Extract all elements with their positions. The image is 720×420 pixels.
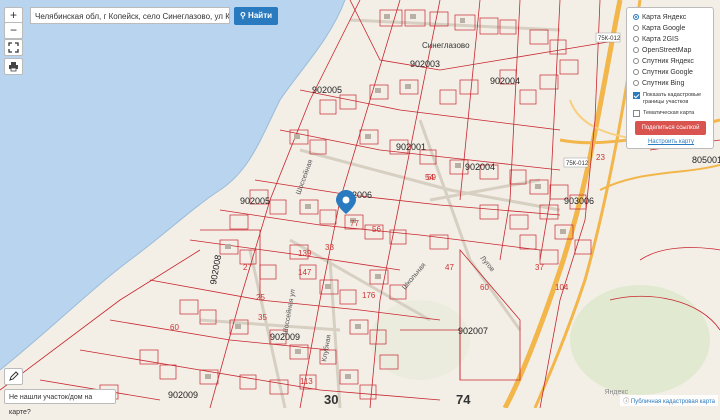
quarter-number: 902004: [465, 162, 495, 172]
quarter-number: 902001: [396, 142, 426, 152]
layer-option-osm[interactable]: OpenStreetMap: [633, 45, 691, 55]
street-label: Шоссейная ул: [281, 289, 297, 336]
layer-option-label: OpenStreetMap: [642, 46, 692, 54]
green-area: [370, 300, 470, 380]
lot-number: 23: [596, 153, 605, 162]
layer-option-label: Карта 2GIS: [642, 35, 679, 43]
attribution-link[interactable]: Публичная кадастровая карта: [631, 399, 715, 405]
layer-option-bing-satellite[interactable]: Спутник Bing: [633, 78, 684, 88]
attribution: ⓘ Публичная кадастровая карта: [620, 395, 718, 406]
radio-icon: [633, 36, 639, 42]
quarter-number: 902005: [312, 85, 342, 95]
radio-icon: [633, 25, 639, 31]
layer-option-label: Спутник Яндекс: [642, 57, 694, 65]
location-marker-icon[interactable]: [336, 190, 356, 214]
svg-text:75К-012: 75К-012: [566, 161, 589, 167]
big-number-label: 74: [456, 392, 471, 407]
printer-icon: [9, 62, 18, 72]
street-label: Шоссейная: [294, 158, 314, 195]
layers-panel: Карта Яндекс Карта Google Карта 2GIS Ope…: [626, 7, 714, 149]
layer-option-google-map[interactable]: Карта Google: [633, 23, 685, 33]
cadastral-boundaries-checkbox[interactable]: Показать кадастровые границы участков: [633, 92, 701, 108]
fullscreen-button[interactable]: [4, 39, 23, 56]
quarter-number: 902007: [458, 326, 488, 336]
lot-number: 56: [372, 225, 381, 234]
road-badge: 75К-012: [595, 32, 621, 43]
lot-number: 113: [300, 377, 313, 386]
lot-number: 47: [445, 263, 454, 272]
fullscreen-icon: [8, 42, 19, 53]
layer-option-google-satellite[interactable]: Спутник Google: [633, 67, 693, 77]
info-icon: ⓘ: [623, 399, 630, 405]
lot-number: 37: [535, 263, 544, 272]
quarter-number: 805001: [692, 155, 720, 165]
address-search-input[interactable]: Челябинская обл, г Копейск, село Синегла…: [30, 7, 230, 24]
checkbox-label: границы участков: [643, 98, 689, 105]
lot-number: 60: [170, 323, 179, 332]
lot-number: 147: [298, 268, 312, 277]
radio-icon: [633, 58, 639, 64]
layer-option-label: Карта Яндекс: [642, 13, 687, 21]
lot-number: 54: [425, 173, 434, 182]
lot-number: 33: [325, 243, 334, 252]
radio-icon: [633, 80, 639, 86]
quarter-number: 902004: [490, 76, 520, 86]
checkbox-label: Показать кадастровые: [643, 92, 702, 98]
lot-number: 27: [243, 263, 252, 272]
thematic-map-checkbox[interactable]: Тематическая карта: [633, 108, 694, 118]
checkbox-icon: [633, 92, 640, 99]
lot-number: 104: [555, 283, 569, 292]
quarter-number: 902008: [208, 254, 223, 285]
print-button[interactable]: [4, 58, 23, 75]
map-canvas[interactable]: 56 23 59 77 27 25 33 139 147 176 113 54 …: [0, 0, 720, 408]
layer-option-yandex-map[interactable]: Карта Яндекс: [633, 12, 686, 22]
lot-number: 139: [298, 249, 312, 258]
configure-map-link[interactable]: Настроить карту: [627, 139, 715, 145]
lot-number: 25: [256, 293, 265, 302]
street-label: Школьная: [401, 262, 427, 292]
lot-number: 77: [350, 219, 359, 228]
layer-option-2gis-map[interactable]: Карта 2GIS: [633, 34, 679, 44]
layer-option-label: Спутник Bing: [642, 79, 685, 87]
checkbox-icon: [633, 109, 640, 117]
quarter-number: 903006: [564, 196, 594, 206]
lot-number: 176: [362, 291, 376, 300]
lot-number: 35: [258, 313, 267, 322]
not-found-button[interactable]: Не нашли участок/дом на карте?: [4, 389, 116, 416]
quarter-number: 902003: [410, 59, 440, 69]
search-icon: ⚲: [239, 11, 246, 20]
lot-number: 60: [480, 283, 489, 292]
search-button[interactable]: ⚲ Найти: [234, 7, 278, 25]
layer-option-yandex-satellite[interactable]: Спутник Яндекс: [633, 56, 694, 66]
search-button-label: Найти: [248, 11, 273, 20]
radio-icon: [633, 14, 639, 20]
layer-option-label: Спутник Google: [642, 68, 693, 76]
street-label: Лугов: [478, 255, 495, 274]
pencil-icon: [9, 371, 19, 381]
village-label: Синеглазово: [422, 41, 470, 50]
quarter-number: 902005: [240, 196, 270, 206]
radio-icon: [633, 47, 639, 53]
quarter-number: 902009: [168, 390, 198, 400]
radio-icon: [633, 69, 639, 75]
road-badge: 75К-012: [563, 157, 589, 168]
big-number-label: 30: [324, 392, 338, 407]
edit-button[interactable]: [4, 368, 23, 385]
lake: [0, 0, 345, 370]
street-label: Клубная: [320, 334, 333, 362]
svg-text:75К-012: 75К-012: [598, 36, 621, 42]
zoom-out-button[interactable]: −: [4, 22, 23, 39]
layer-option-label: Карта Google: [642, 24, 686, 32]
ramp: [599, 164, 720, 191]
checkbox-label: Тематическая карта: [643, 110, 695, 116]
share-link-button[interactable]: Поделиться ссылкой: [635, 121, 706, 135]
green-area: [570, 285, 710, 395]
